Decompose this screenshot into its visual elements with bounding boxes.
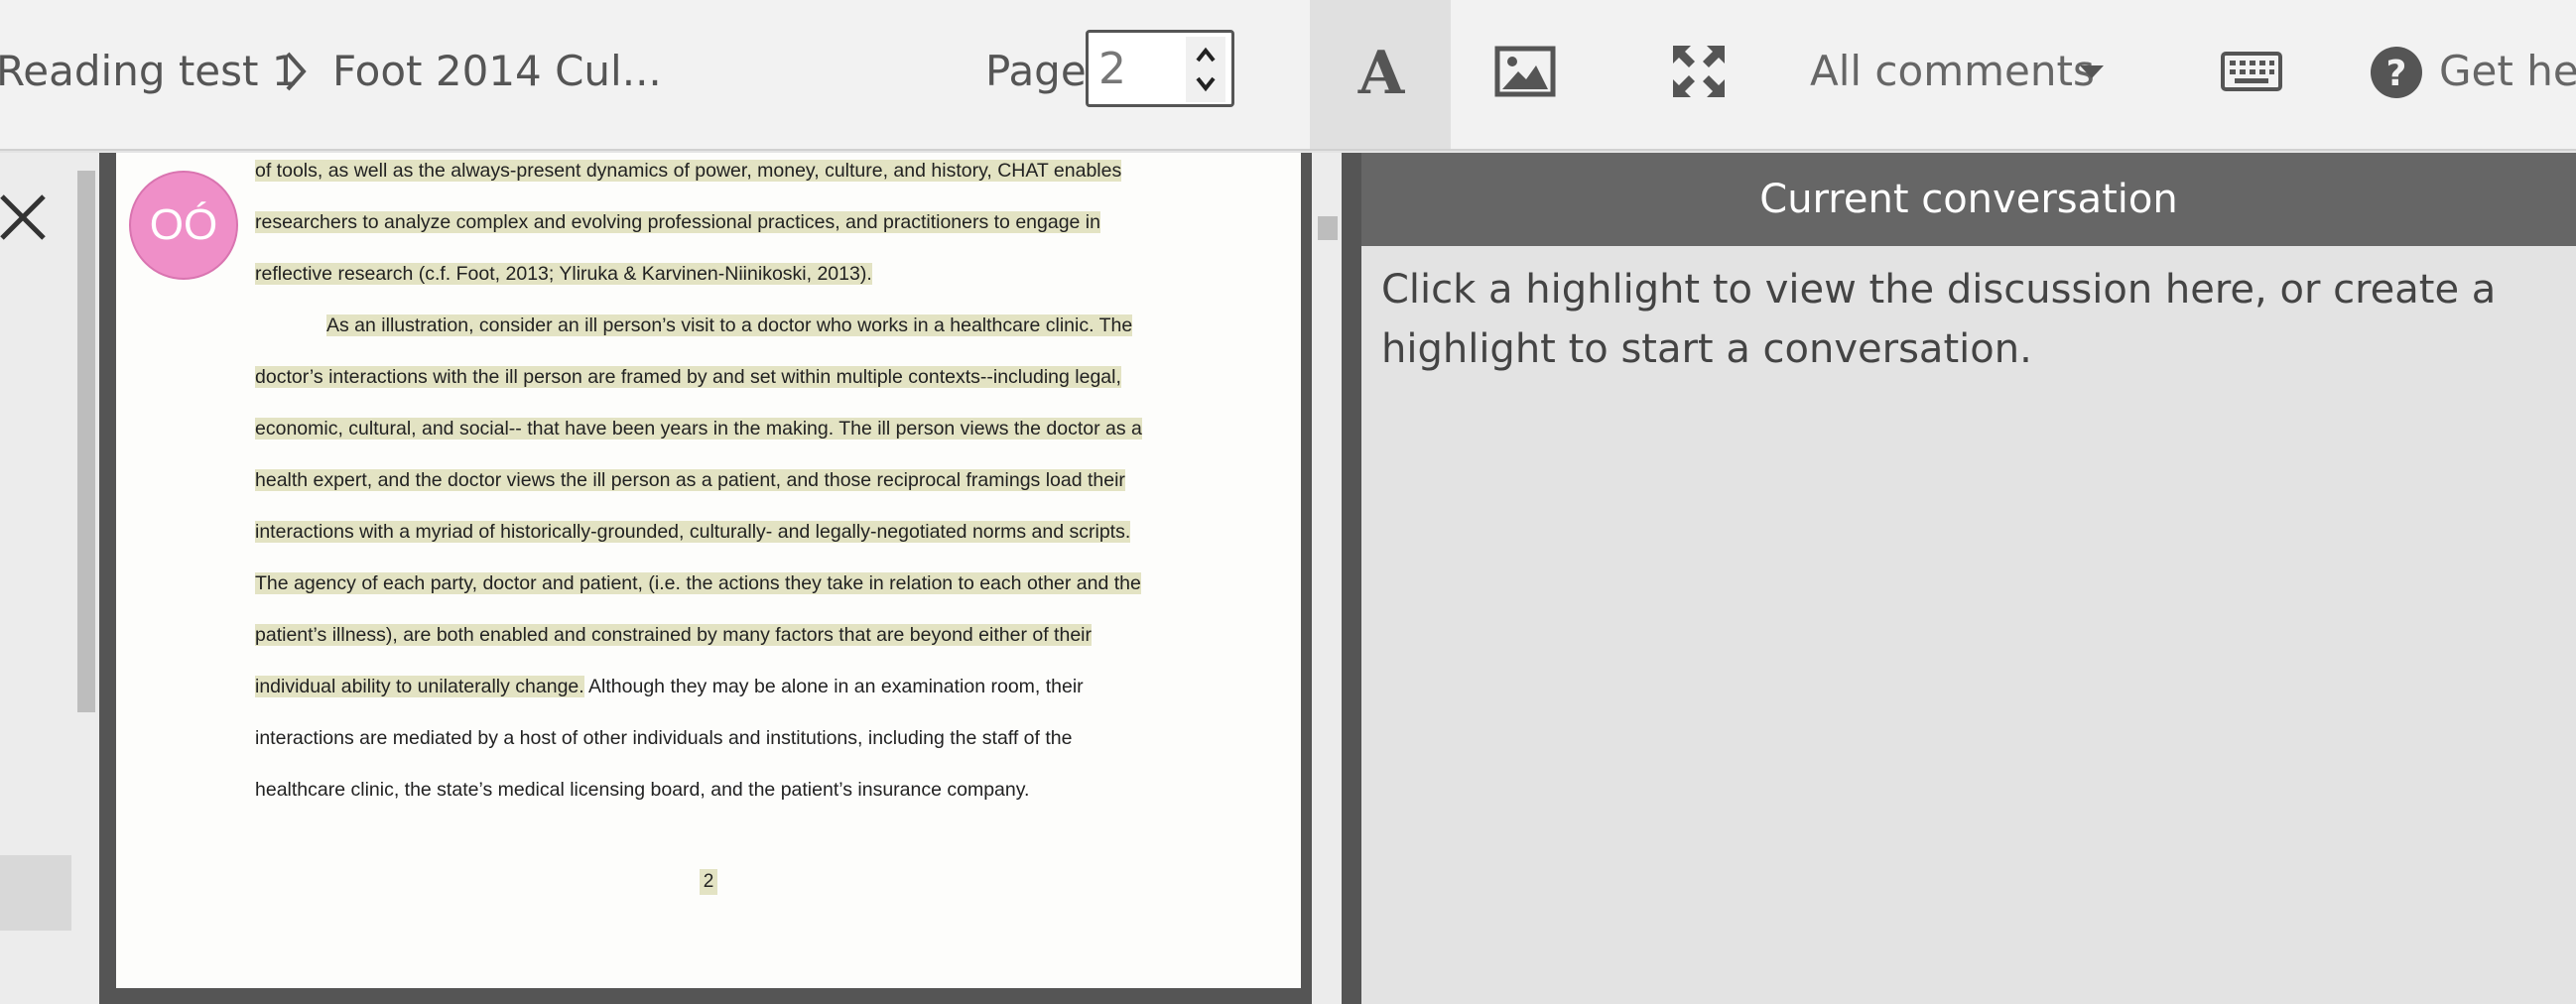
help-icon: ? [2371, 47, 2422, 98]
highlighted-text[interactable]: interactions with a myriad of historical… [255, 521, 1131, 543]
image-view-button[interactable] [1477, 0, 1576, 149]
highlighted-text[interactable]: economic, cultural, and social-- that ha… [255, 418, 1142, 439]
highlighted-text[interactable]: researchers to analyze complex and evolv… [255, 211, 1100, 233]
conversation-empty-message: Click a highlight to view the discussion… [1381, 267, 2497, 372]
document-text: healthcare clinic, the state’s medical l… [255, 779, 1030, 801]
image-view-icon [1494, 46, 1556, 97]
keyboard-shortcuts-button[interactable] [2203, 0, 2302, 149]
breadcrumb-document[interactable]: Foot 2014 Cul... [332, 40, 662, 103]
highlighted-text[interactable]: reflective research (c.f. Foot, 2013; Yl… [255, 263, 872, 285]
document-scrollbar[interactable] [1312, 153, 1342, 1004]
svg-text:?: ? [2386, 54, 2407, 94]
top-toolbar: Reading test 1 Foot 2014 Cul... Page 2 A [0, 0, 2576, 151]
caret-down-icon [2080, 65, 2104, 78]
text-view-button[interactable]: A [1310, 0, 1451, 149]
fullscreen-button[interactable] [1649, 0, 1748, 149]
document-page: of tools, as well as the always-present … [116, 153, 1301, 988]
page-spinner[interactable] [1186, 37, 1225, 102]
close-icon[interactable] [0, 194, 46, 240]
highlighted-text[interactable]: of tools, as well as the always-present … [255, 160, 1122, 182]
highlighted-text[interactable]: individual ability to unilaterally chang… [255, 676, 584, 697]
page-label: Page [985, 47, 1087, 95]
text-view-icon: A [1357, 44, 1406, 99]
highlighted-text[interactable]: As an illustration, consider an ill pers… [326, 314, 1133, 336]
svg-text:A: A [1357, 44, 1406, 99]
help-label: Get help [2439, 47, 2576, 95]
spinner-arrows-icon[interactable] [1186, 37, 1225, 102]
document-text: interactions are mediated by a host of o… [255, 727, 1073, 749]
highlighted-text[interactable]: health expert, and the doctor views the … [255, 469, 1125, 491]
commenter-avatar[interactable]: OÓ [129, 171, 238, 280]
page-number-input[interactable]: 2 [1086, 30, 1234, 107]
fullscreen-icon [1673, 46, 1725, 97]
document-text: Although they may be alone in an examina… [583, 676, 1084, 697]
sidebar-selected-item[interactable] [0, 855, 71, 931]
sidebar-scrollbar-thumb[interactable] [77, 171, 95, 712]
comments-filter-dropdown[interactable]: All comments [1796, 0, 2124, 149]
comments-filter-label: All comments [1810, 47, 2095, 95]
document-scrollbar-thumb[interactable] [1318, 216, 1338, 240]
chevron-right-icon [286, 52, 307, 91]
keyboard-icon [2221, 52, 2282, 91]
page-number-value[interactable]: 2 [1098, 39, 1178, 100]
breadcrumb-course[interactable]: Reading test 1 [0, 40, 299, 103]
conversation-title: Current conversation [1361, 153, 2576, 246]
highlighted-text[interactable]: The agency of each party, doctor and pat… [255, 572, 1141, 594]
highlighted-text[interactable]: doctor’s interactions with the ill perso… [255, 366, 1121, 388]
help-button[interactable]: ? Get help [2362, 0, 2576, 149]
page-number-footer: 2 [700, 869, 717, 895]
highlighted-text[interactable]: patient’s illness), are both enabled and… [255, 624, 1092, 646]
